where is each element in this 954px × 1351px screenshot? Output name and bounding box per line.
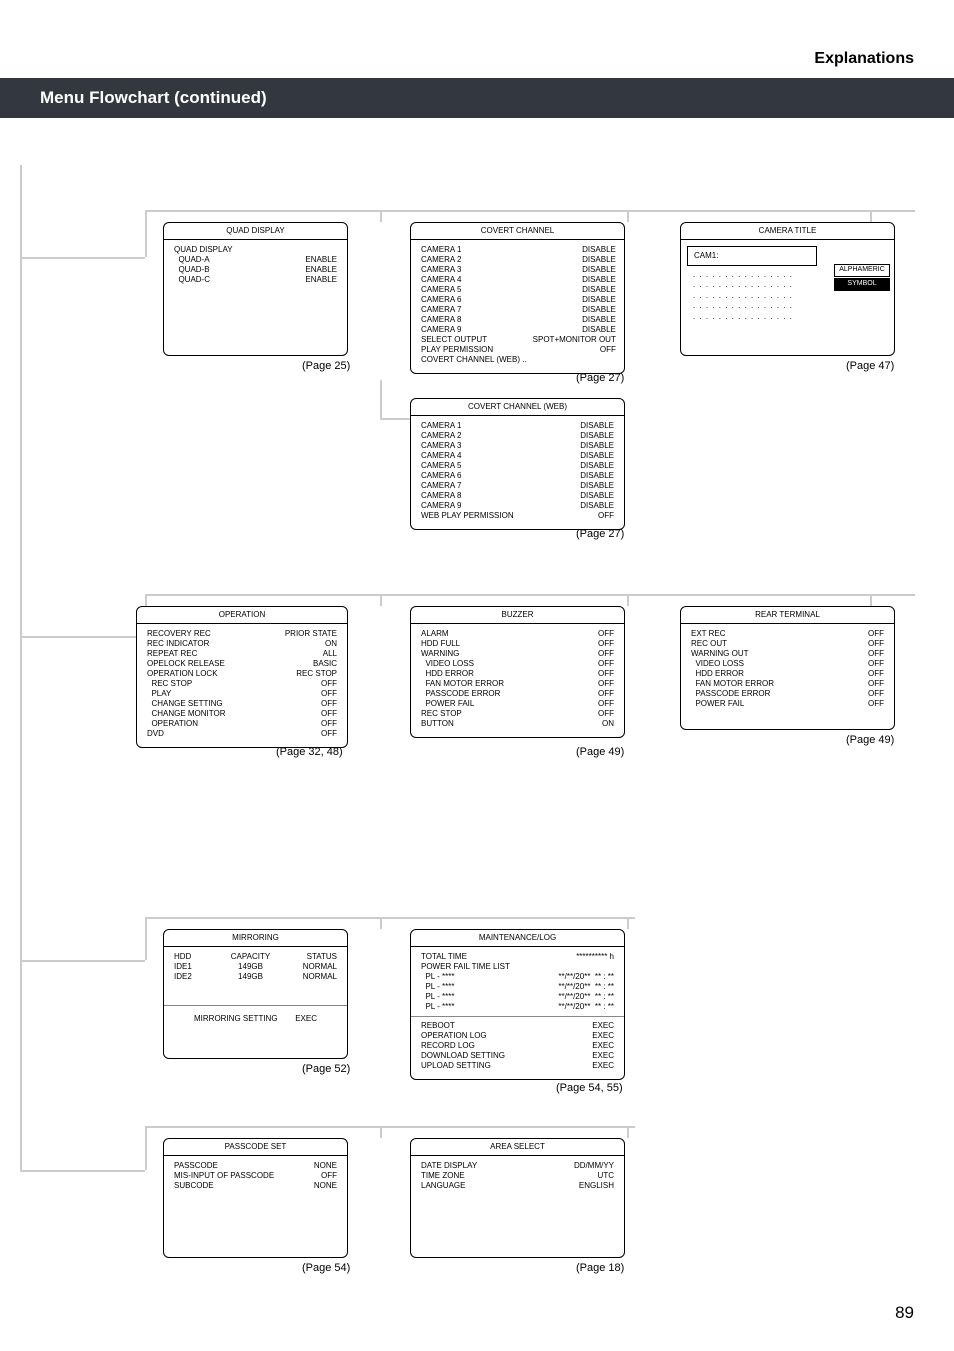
- box-right-col: OFF OFF OFF OFF OFF OFF OFF OFF OFF ON: [598, 629, 614, 729]
- mirroring-box: MIRRORING HDD CAPACITY STATUS IDE1 149GB…: [163, 929, 348, 1059]
- box-title: CAMERA TITLE: [681, 223, 894, 240]
- box-left-col: QUAD DISPLAY QUAD-A QUAD-B QUAD-C: [174, 245, 233, 285]
- box-right-col: DISABLE DISABLE DISABLE DISABLE DISABLE …: [533, 245, 616, 365]
- mir-c3: NORMAL: [287, 972, 337, 982]
- box-right-col: OFF OFF OFF OFF OFF OFF OFF OFF: [868, 629, 884, 709]
- page-ref: (Page 27): [576, 372, 624, 384]
- mir-header-row: HDD CAPACITY STATUS: [174, 952, 337, 962]
- covert-channel-web-box: COVERT CHANNEL (WEB) CAMERA 1 CAMERA 2 C…: [410, 398, 625, 530]
- mir-c2: 149GB: [223, 962, 278, 972]
- passcode-set-box: PASSCODE SET PASSCODE MIS-INPUT OF PASSC…: [163, 1138, 348, 1258]
- tree-connector: [870, 210, 872, 222]
- box-left-col-2: REBOOT OPERATION LOG RECORD LOG DOWNLOAD…: [421, 1021, 505, 1071]
- box-title: COVERT CHANNEL: [411, 223, 624, 240]
- box-right-col: DISABLE DISABLE DISABLE DISABLE DISABLE …: [580, 421, 614, 521]
- page-ref: (Page 54, 55): [556, 1082, 623, 1094]
- box-left-col: TOTAL TIME POWER FAIL TIME LIST PL - ***…: [421, 952, 510, 1012]
- mir-setting-label: MIRRORING SETTING: [194, 1014, 278, 1024]
- tree-connector: [145, 210, 147, 257]
- box-title: OPERATION: [137, 607, 347, 624]
- quad-display-box: QUAD DISPLAY QUAD DISPLAY QUAD-A QUAD-B …: [163, 222, 348, 356]
- operation-box: OPERATION RECOVERY REC REC INDICATOR REP…: [136, 606, 348, 748]
- mir-setting-value: EXEC: [295, 1014, 317, 1024]
- page-ref: (Page 25): [302, 360, 350, 372]
- tree-connector: [627, 210, 629, 222]
- box-title: MAINTENANCE/LOG: [411, 930, 624, 947]
- covert-channel-box: COVERT CHANNEL CAMERA 1 CAMERA 2 CAMERA …: [410, 222, 625, 374]
- maintenance-log-box: MAINTENANCE/LOG TOTAL TIME POWER FAIL TI…: [410, 929, 625, 1080]
- tree-connector: [380, 917, 382, 929]
- tree-connector: [380, 380, 382, 418]
- tree-connector: [20, 257, 145, 259]
- area-select-box: AREA SELECT DATE DISPLAY TIME ZONE LANGU…: [410, 1138, 625, 1258]
- box-left-col: EXT REC REC OUT WARNING OUT VIDEO LOSS H…: [691, 629, 774, 709]
- mir-h1: HDD: [174, 952, 214, 962]
- box-left-col: DATE DISPLAY TIME ZONE LANGUAGE: [421, 1161, 477, 1191]
- box-right-col: ********** h **/**/20** ** : ** **/**/20…: [558, 952, 614, 1012]
- tree-connector: [145, 1126, 147, 1170]
- tree-connector: [380, 210, 382, 222]
- tree-connector: [145, 917, 147, 960]
- box-right-col-2: EXEC EXEC EXEC EXEC EXEC: [592, 1021, 614, 1071]
- tree-connector: [20, 1170, 145, 1172]
- box-right-col: PRIOR STATE ON ALL BASIC REC STOP OFF OF…: [285, 629, 337, 739]
- mir-c2: 149GB: [223, 972, 278, 982]
- alphameric-btn: ALPHAMERIC: [834, 264, 890, 277]
- box-left-col: RECOVERY REC REC INDICATOR REPEAT REC OP…: [147, 629, 226, 739]
- tree-connector: [20, 165, 22, 1170]
- page-title: Menu Flowchart (continued): [0, 78, 954, 118]
- box-right-col: DD/MM/YY UTC ENGLISH: [574, 1161, 614, 1191]
- section-label: Explanations: [814, 50, 914, 68]
- tree-connector: [20, 960, 145, 962]
- tree-connector: [145, 594, 915, 596]
- page-ref: (Page 27): [576, 528, 624, 540]
- box-title: REAR TERMINAL: [681, 607, 894, 624]
- box-title: MIRRORING: [164, 930, 347, 947]
- tree-connector: [20, 636, 145, 638]
- page-ref: (Page 47): [846, 360, 894, 372]
- tree-connector: [627, 917, 629, 929]
- box-left-col: ALARM HDD FULL WARNING VIDEO LOSS HDD ER…: [421, 629, 504, 729]
- box-title: BUZZER: [411, 607, 624, 624]
- mir-c1: IDE1: [174, 962, 214, 972]
- mir-row: IDE1 149GB NORMAL: [174, 962, 337, 972]
- tree-connector: [145, 210, 915, 212]
- symbol-btn: SYMBOL: [834, 278, 890, 291]
- mir-h2: CAPACITY: [223, 952, 278, 962]
- box-title: QUAD DISPLAY: [164, 223, 347, 240]
- page-ref: (Page 52): [302, 1063, 350, 1075]
- tree-connector: [380, 594, 382, 606]
- page-ref: (Page 49): [576, 746, 624, 758]
- tree-connector: [145, 1126, 635, 1128]
- page-ref: (Page 49): [846, 734, 894, 746]
- box-left-col: CAMERA 1 CAMERA 2 CAMERA 3 CAMERA 4 CAME…: [421, 421, 514, 521]
- mir-row: IDE2 149GB NORMAL: [174, 972, 337, 982]
- camera-title-box: CAMERA TITLE CAM1: . . . . . . . . . . .…: [680, 222, 895, 356]
- tree-connector: [145, 917, 635, 919]
- box-right-col: ENABLE ENABLE ENABLE: [305, 245, 337, 285]
- page-ref: (Page 54): [302, 1262, 350, 1274]
- rear-terminal-box: REAR TERMINAL EXT REC REC OUT WARNING OU…: [680, 606, 895, 730]
- mir-c3: NORMAL: [287, 962, 337, 972]
- tree-connector: [380, 1126, 382, 1138]
- mir-h3: STATUS: [287, 952, 337, 962]
- page-number: 89: [895, 1303, 914, 1323]
- box-title: COVERT CHANNEL (WEB): [411, 399, 624, 416]
- box-left-col: PASSCODE MIS-INPUT OF PASSCODE SUBCODE: [174, 1161, 274, 1191]
- box-left-col: CAMERA 1 CAMERA 2 CAMERA 3 CAMERA 4 CAME…: [421, 245, 527, 365]
- cam-label: CAM1:: [687, 246, 817, 266]
- box-title: PASSCODE SET: [164, 1139, 347, 1156]
- page-ref: (Page 18): [576, 1262, 624, 1274]
- tree-connector: [627, 594, 629, 606]
- page-ref: (Page 32, 48): [276, 746, 343, 758]
- box-title: AREA SELECT: [411, 1139, 624, 1156]
- buzzer-box: BUZZER ALARM HDD FULL WARNING VIDEO LOSS…: [410, 606, 625, 738]
- tree-connector: [627, 1126, 629, 1138]
- mir-c1: IDE2: [174, 972, 214, 982]
- tree-connector: [870, 594, 872, 606]
- box-right-col: NONE OFF NONE: [314, 1161, 337, 1191]
